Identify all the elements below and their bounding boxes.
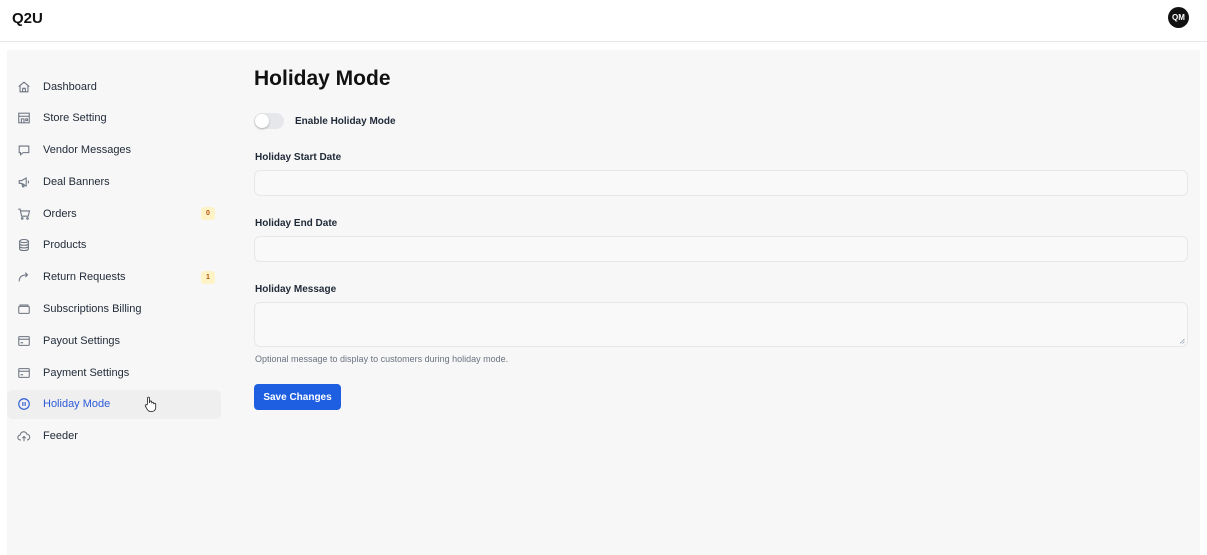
sidebar-item-products[interactable]: Products bbox=[7, 231, 221, 260]
holiday-start-date-label: Holiday Start Date bbox=[255, 152, 342, 163]
sidebar-item-dashboard[interactable]: Dashboard bbox=[7, 72, 221, 101]
sidebar-item-label: Store Setting bbox=[43, 112, 107, 125]
sidebar-item-deal-banners[interactable]: Deal Banners bbox=[7, 167, 221, 196]
card-icon bbox=[17, 334, 31, 348]
top-bar: Q2U QM bbox=[0, 0, 1207, 42]
holiday-start-date-input[interactable] bbox=[254, 170, 1188, 196]
sidebar-item-subscriptions-billing[interactable]: Subscriptions Billing bbox=[7, 295, 221, 324]
card-icon bbox=[17, 366, 31, 380]
save-changes-button[interactable]: Save Changes bbox=[254, 384, 341, 410]
user-avatar[interactable]: QM bbox=[1168, 7, 1189, 28]
holiday-message-label: Holiday Message bbox=[255, 284, 337, 295]
sidebar-item-payout-settings[interactable]: Payout Settings bbox=[7, 326, 221, 355]
sidebar-item-orders[interactable]: Orders 0 bbox=[7, 199, 221, 228]
toggle-knob bbox=[255, 114, 269, 128]
cart-icon bbox=[17, 207, 31, 221]
database-icon bbox=[17, 238, 31, 252]
holiday-message-textarea[interactable] bbox=[254, 302, 1188, 347]
sidebar-item-vendor-messages[interactable]: Vendor Messages bbox=[7, 136, 221, 165]
sidebar-item-label: Payment Settings bbox=[43, 366, 130, 379]
return-arrow-icon bbox=[17, 270, 31, 284]
holiday-mode-toggle-row: Enable Holiday Mode bbox=[254, 113, 396, 129]
store-icon bbox=[17, 111, 31, 125]
home-icon bbox=[17, 80, 31, 94]
sidebar-item-label: Subscriptions Billing bbox=[43, 303, 142, 316]
sidebar-item-label: Orders bbox=[43, 207, 77, 220]
sidebar-item-holiday-mode[interactable]: Holiday Mode bbox=[7, 389, 221, 419]
sidebar-item-store-setting[interactable]: Store Setting bbox=[7, 104, 221, 133]
resize-grip-icon[interactable] bbox=[1179, 338, 1185, 344]
sidebar-item-label: Dashboard bbox=[43, 80, 97, 93]
sidebar-item-return-requests[interactable]: Return Requests 1 bbox=[7, 263, 221, 292]
page-title: Holiday Mode bbox=[254, 67, 391, 90]
sidebar-item-payment-settings[interactable]: Payment Settings bbox=[7, 358, 221, 387]
app-logo[interactable]: Q2U bbox=[12, 10, 43, 27]
sidebar-item-label: Products bbox=[43, 239, 87, 252]
pause-circle-icon bbox=[17, 397, 31, 411]
holiday-message-help-text: Optional message to display to customers… bbox=[255, 354, 509, 364]
sidebar-item-label: Vendor Messages bbox=[43, 144, 132, 157]
sidebar-item-label: Return Requests bbox=[43, 271, 126, 284]
message-icon bbox=[17, 143, 31, 157]
app-body: Dashboard Store Setting Vendor Messages … bbox=[7, 50, 1200, 555]
sidebar-item-label: Holiday Mode bbox=[43, 398, 111, 411]
sidebar-item-label: Feeder bbox=[43, 430, 78, 443]
hand-pointer-cursor-icon bbox=[144, 396, 157, 412]
upload-cloud-icon bbox=[17, 429, 31, 443]
sidebar-item-label: Payout Settings bbox=[43, 334, 121, 347]
holiday-end-date-label: Holiday End Date bbox=[255, 218, 338, 229]
megaphone-icon bbox=[17, 175, 31, 189]
sidebar: Dashboard Store Setting Vendor Messages … bbox=[7, 72, 221, 454]
orders-count-badge: 0 bbox=[201, 207, 215, 221]
holiday-mode-toggle[interactable] bbox=[254, 113, 284, 129]
return-requests-count-badge: 1 bbox=[201, 270, 215, 284]
sidebar-item-label: Deal Banners bbox=[43, 175, 110, 188]
holiday-mode-toggle-label: Enable Holiday Mode bbox=[295, 115, 396, 127]
wallet-icon bbox=[17, 302, 31, 316]
sidebar-item-feeder[interactable]: Feeder bbox=[7, 422, 221, 451]
holiday-end-date-input[interactable] bbox=[254, 236, 1188, 262]
